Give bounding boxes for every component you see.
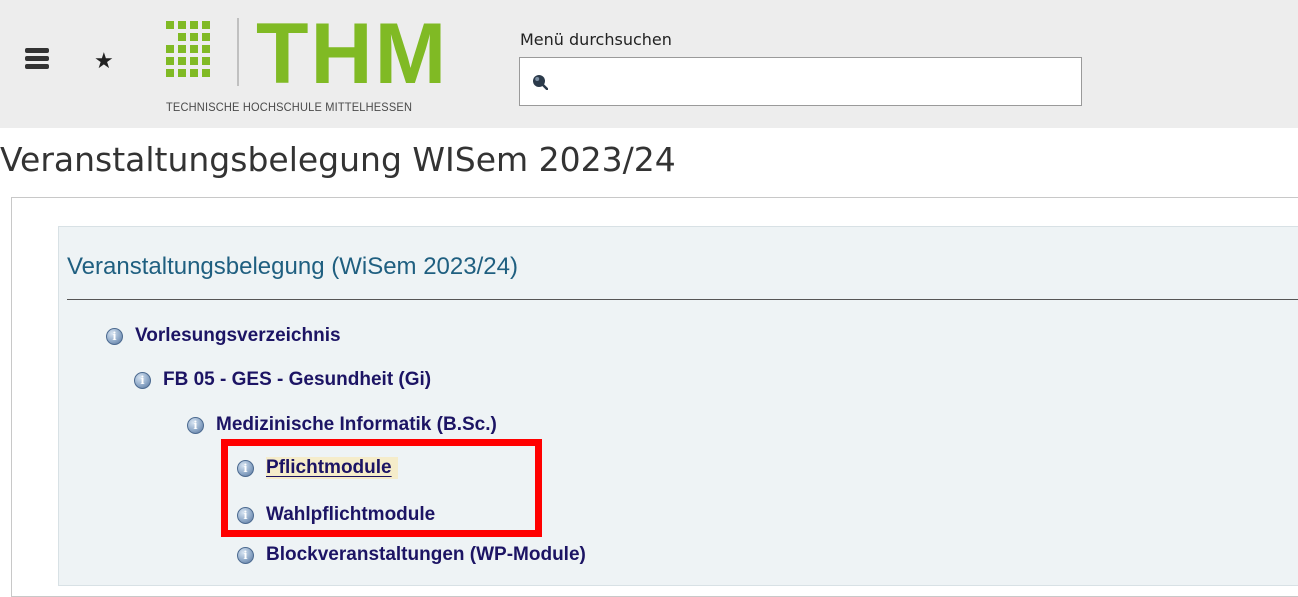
search-field[interactable]	[519, 57, 1082, 106]
search-label: Menü durchsuchen	[520, 30, 672, 49]
star-icon[interactable]: ★	[94, 50, 114, 74]
info-icon[interactable]	[134, 371, 151, 389]
tree-link[interactable]: Medizinische Informatik (B.Sc.)	[216, 414, 497, 436]
logo-divider	[237, 18, 239, 86]
logo-text: THM	[256, 6, 449, 102]
tree-link[interactable]: FB 05 - GES - Gesundheit (Gi)	[163, 369, 431, 391]
page-title: Veranstaltungsbelegung WISem 2023/24	[0, 140, 676, 179]
tree-item-medizinische-informatik[interactable]: Medizinische Informatik (B.Sc.)	[187, 412, 497, 438]
info-icon[interactable]	[237, 546, 254, 564]
tree-item-fb05[interactable]: FB 05 - GES - Gesundheit (Gi)	[134, 367, 431, 393]
tree-link[interactable]: Vorlesungsverzeichnis	[135, 325, 341, 347]
tree-item-vorlesungsverzeichnis[interactable]: Vorlesungsverzeichnis	[106, 323, 341, 349]
logo-dots	[166, 21, 214, 85]
header-bar: ★ THM TECHNISCHE HOCHSCHULE MITTELHESSEN…	[0, 0, 1298, 128]
highlight-annotation-box	[221, 439, 542, 537]
info-icon[interactable]	[106, 327, 123, 345]
search-icon	[533, 75, 548, 90]
thm-logo[interactable]: THM TECHNISCHE HOCHSCHULE MITTELHESSEN	[160, 6, 460, 118]
search-input[interactable]	[554, 66, 1078, 98]
panel-title: Veranstaltungsbelegung (WiSem 2023/24)	[67, 253, 518, 280]
logo-subtitle: TECHNISCHE HOCHSCHULE MITTELHESSEN	[166, 100, 413, 114]
tree-item-blockveranstaltungen[interactable]: Blockveranstaltungen (WP-Module)	[237, 542, 586, 568]
menu-icon[interactable]	[25, 48, 49, 72]
tree-link[interactable]: Blockveranstaltungen (WP-Module)	[266, 544, 586, 566]
info-icon[interactable]	[187, 416, 204, 434]
panel-divider	[67, 299, 1298, 300]
